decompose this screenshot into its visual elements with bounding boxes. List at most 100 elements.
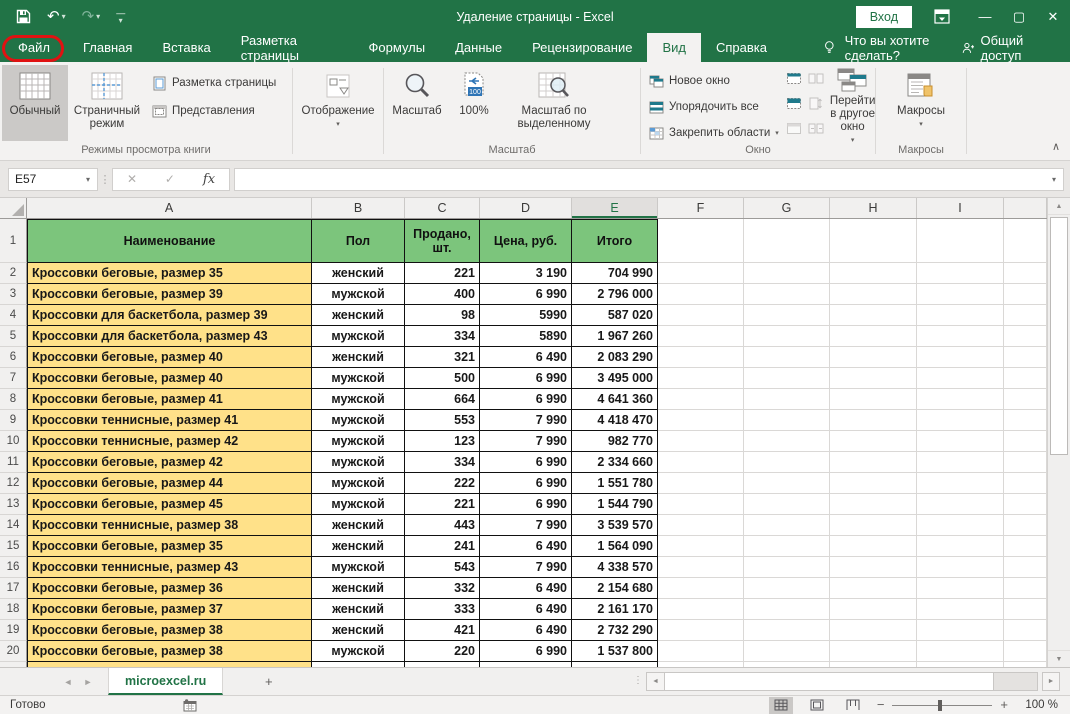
row-header-17[interactable]: 17 — [0, 578, 27, 599]
cell-C5[interactable]: 334 — [405, 326, 480, 347]
cell-C15[interactable]: 241 — [405, 536, 480, 557]
cell-F8[interactable] — [658, 389, 744, 410]
cell-E4[interactable]: 587 020 — [572, 305, 658, 326]
ribbon-display-options-button[interactable] — [934, 9, 950, 24]
cell-H16[interactable] — [830, 557, 917, 578]
cell-G9[interactable] — [744, 410, 830, 431]
cell-F20[interactable] — [658, 641, 744, 662]
cell-A19[interactable]: Кроссовки беговые, размер 38 — [27, 620, 312, 641]
cell-G13[interactable] — [744, 494, 830, 515]
cell-B5[interactable]: мужской — [312, 326, 405, 347]
cell-I14[interactable] — [917, 515, 1004, 536]
horizontal-scrollbar[interactable]: ◄ — [646, 672, 1038, 691]
cell-C12[interactable]: 222 — [405, 473, 480, 494]
cell-C20[interactable]: 220 — [405, 641, 480, 662]
row-header-9[interactable]: 9 — [0, 410, 27, 431]
switch-windows-button[interactable]: Перейти в другое окно ▾ — [827, 65, 879, 144]
scroll-right-icon[interactable]: ► — [1042, 672, 1060, 691]
scroll-up-icon[interactable]: ▲ — [1048, 198, 1070, 215]
cell-partial-16[interactable] — [1004, 557, 1047, 578]
header-cell-A1[interactable]: Наименование — [27, 219, 312, 263]
cell-partial-13[interactable] — [1004, 494, 1047, 515]
cell-F11[interactable] — [658, 452, 744, 473]
cell-B16[interactable]: мужской — [312, 557, 405, 578]
cell-H7[interactable] — [830, 368, 917, 389]
cell-A6[interactable]: Кроссовки беговые, размер 40 — [27, 347, 312, 368]
cell-F19[interactable] — [658, 620, 744, 641]
cell-D17[interactable]: 6 490 — [480, 578, 572, 599]
cancel-entry-icon[interactable]: ✕ — [127, 172, 137, 186]
cell-H8[interactable] — [830, 389, 917, 410]
cell-B4[interactable]: женский — [312, 305, 405, 326]
row-header-6[interactable]: 6 — [0, 347, 27, 368]
split-button[interactable] — [786, 72, 802, 90]
header-cell-E1[interactable]: Итого — [572, 219, 658, 263]
cell-A2[interactable]: Кроссовки беговые, размер 35 — [27, 263, 312, 284]
cell-C6[interactable]: 321 — [405, 347, 480, 368]
row-header-13[interactable]: 13 — [0, 494, 27, 515]
sign-in-button[interactable]: Вход — [855, 5, 912, 28]
cell-D11[interactable]: 6 990 — [480, 452, 572, 473]
cell-G3[interactable] — [744, 284, 830, 305]
cell-A15[interactable]: Кроссовки беговые, размер 35 — [27, 536, 312, 557]
redo-button[interactable]: ↷ ▾ — [82, 9, 101, 24]
cell-partial-7[interactable] — [1004, 368, 1047, 389]
cell-B12[interactable]: мужской — [312, 473, 405, 494]
cell-F4[interactable] — [658, 305, 744, 326]
cell-E11[interactable]: 2 334 660 — [572, 452, 658, 473]
macro-record-icon[interactable] — [183, 699, 197, 715]
cell-D7[interactable]: 6 990 — [480, 368, 572, 389]
cell-H3[interactable] — [830, 284, 917, 305]
cell-C10[interactable]: 123 — [405, 431, 480, 452]
cell-C17[interactable]: 332 — [405, 578, 480, 599]
cell-I7[interactable] — [917, 368, 1004, 389]
cell-A12[interactable]: Кроссовки беговые, размер 44 — [27, 473, 312, 494]
cell-A3[interactable]: Кроссовки беговые, размер 39 — [27, 284, 312, 305]
cell-C3[interactable]: 400 — [405, 284, 480, 305]
cell-B7[interactable]: мужской — [312, 368, 405, 389]
cell-F13[interactable] — [658, 494, 744, 515]
cell-E12[interactable]: 1 551 780 — [572, 473, 658, 494]
cell-A8[interactable]: Кроссовки беговые, размер 41 — [27, 389, 312, 410]
cell-B17[interactable]: женский — [312, 578, 405, 599]
cell-G20[interactable] — [744, 641, 830, 662]
vertical-scrollbar-thumb[interactable] — [1050, 217, 1068, 455]
cell-B10[interactable]: мужской — [312, 431, 405, 452]
cell-H20[interactable] — [830, 641, 917, 662]
cell-E17[interactable]: 2 154 680 — [572, 578, 658, 599]
cell-G18[interactable] — [744, 599, 830, 620]
cell-G15[interactable] — [744, 536, 830, 557]
next-sheet-icon[interactable]: ► — [78, 668, 98, 695]
zoom-in-icon[interactable]: + — [1000, 698, 1008, 711]
row-header-19[interactable]: 19 — [0, 620, 27, 641]
save-button[interactable] — [16, 9, 31, 24]
cell-B18[interactable]: женский — [312, 599, 405, 620]
new-window-button[interactable]: Новое окно — [649, 71, 779, 91]
arrange-all-button[interactable]: Упорядочить все — [649, 97, 779, 117]
cell-A11[interactable]: Кроссовки беговые, размер 42 — [27, 452, 312, 473]
cell-E14[interactable]: 3 539 570 — [572, 515, 658, 536]
zoom-slider-track[interactable] — [892, 699, 993, 711]
column-header-A[interactable]: A — [27, 198, 312, 218]
cell-G14[interactable] — [744, 515, 830, 536]
cell-H18[interactable] — [830, 599, 917, 620]
cell-E9[interactable]: 4 418 470 — [572, 410, 658, 431]
row-header-4[interactable]: 4 — [0, 305, 27, 326]
cell-D9[interactable]: 7 990 — [480, 410, 572, 431]
cell-D6[interactable]: 6 490 — [480, 347, 572, 368]
vertical-scrollbar[interactable]: ▲ ▼ — [1047, 198, 1070, 667]
cell-I13[interactable] — [917, 494, 1004, 515]
column-header-E[interactable]: E — [572, 198, 658, 218]
cell-C16[interactable]: 543 — [405, 557, 480, 578]
column-header-C[interactable]: C — [405, 198, 480, 218]
cell-partial-10[interactable] — [1004, 431, 1047, 452]
cell-partial-1[interactable] — [1004, 219, 1047, 263]
cell-E6[interactable]: 2 083 290 — [572, 347, 658, 368]
row-header-5[interactable]: 5 — [0, 326, 27, 347]
cell-I10[interactable] — [917, 431, 1004, 452]
cell-B3[interactable]: мужской — [312, 284, 405, 305]
cell-I12[interactable] — [917, 473, 1004, 494]
cell-A18[interactable]: Кроссовки беговые, размер 37 — [27, 599, 312, 620]
cell-H13[interactable] — [830, 494, 917, 515]
cell-I1[interactable] — [917, 219, 1004, 263]
